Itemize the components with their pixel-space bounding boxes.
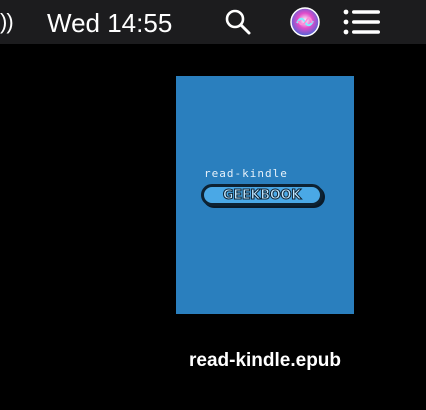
- menu-bar: )) Wed 14:55: [0, 0, 426, 44]
- epub-file-icon[interactable]: read-kindle GEEKBOOK: [176, 76, 354, 314]
- volume-icon[interactable]: )): [0, 9, 14, 35]
- cover-logo-text: GEEKBOOK: [222, 187, 302, 203]
- desktop: read-kindle GEEKBOOK read-kindle.epub: [0, 44, 426, 410]
- siri-icon[interactable]: [286, 0, 324, 44]
- book-cover: read-kindle GEEKBOOK: [176, 76, 354, 314]
- geekbook-logo: GEEKBOOK: [201, 184, 323, 206]
- menu-bar-clock[interactable]: Wed 14:55: [47, 8, 172, 38]
- search-icon[interactable]: [220, 0, 256, 44]
- file-name-label[interactable]: read-kindle.epub: [140, 350, 390, 372]
- list-icon[interactable]: [340, 0, 384, 44]
- cover-subtitle: read-kindle: [204, 167, 288, 180]
